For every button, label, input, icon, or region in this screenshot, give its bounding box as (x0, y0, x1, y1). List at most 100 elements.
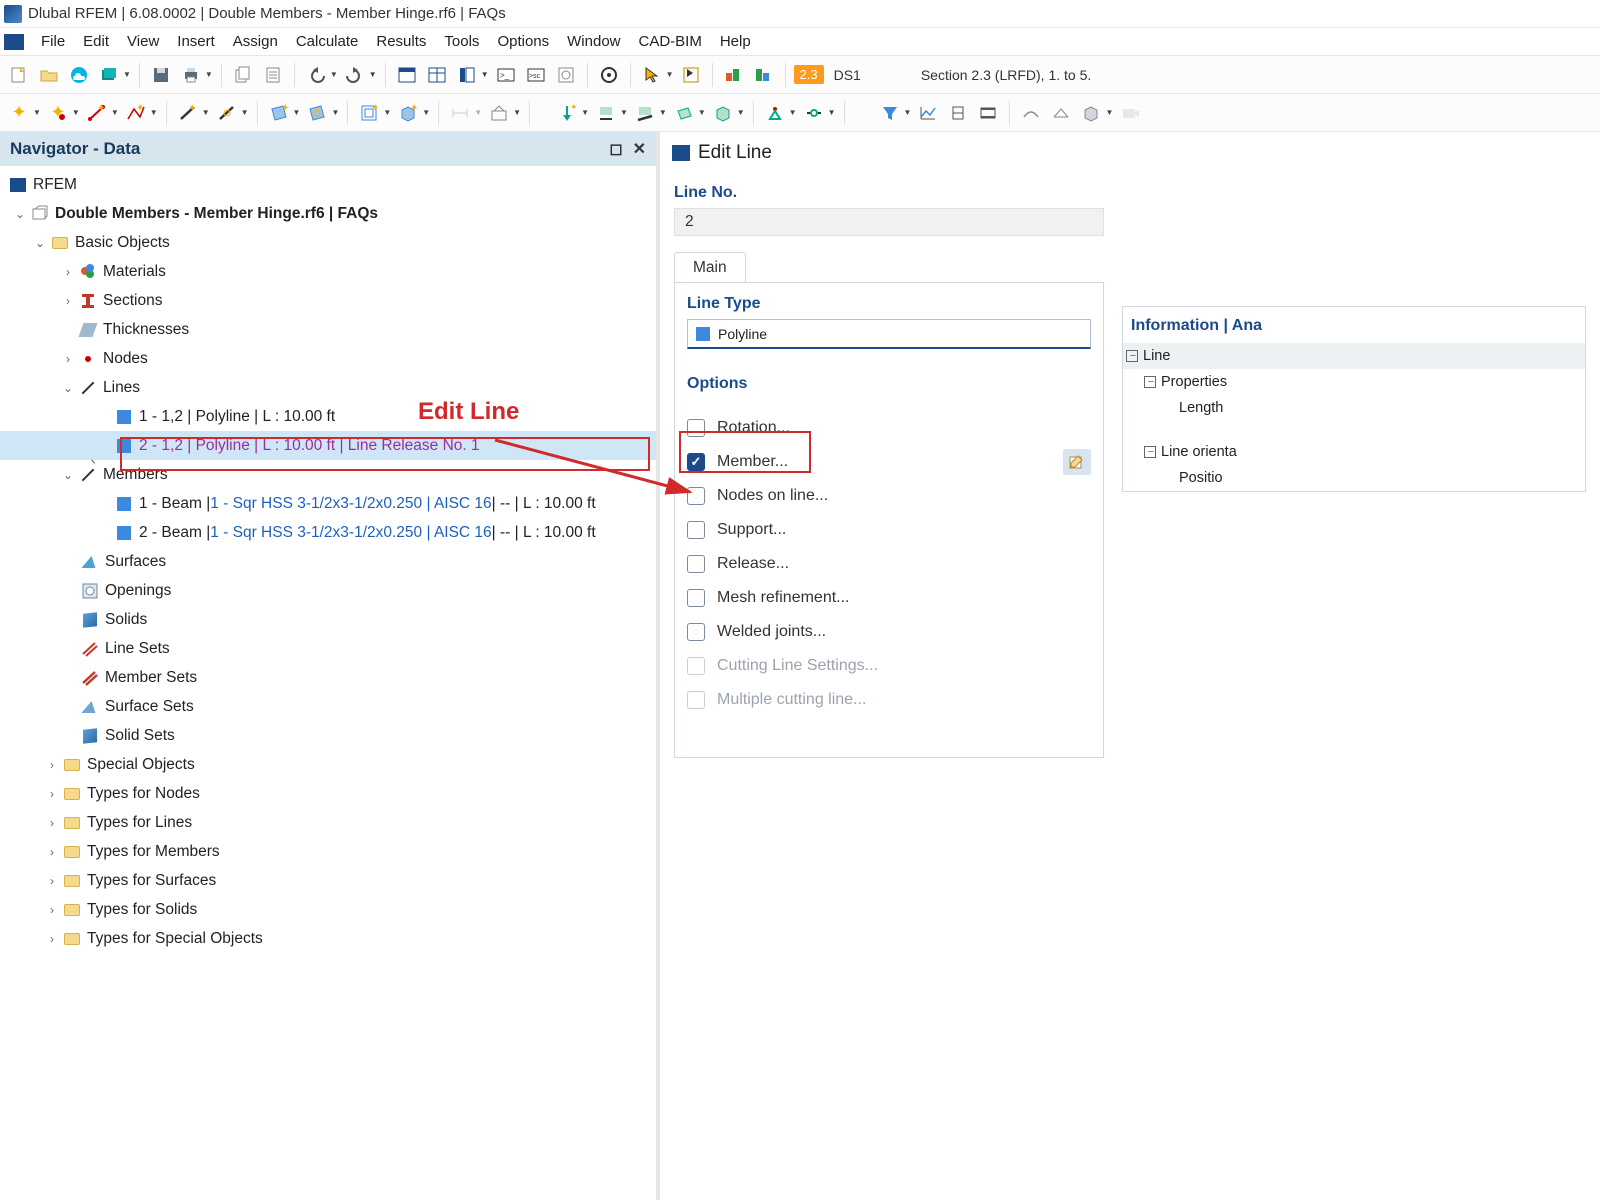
units-icon[interactable] (553, 62, 579, 88)
member-edit-button[interactable] (1063, 449, 1091, 475)
section-description[interactable]: Section 2.3 (LRFD), 1. to 5. (915, 67, 1097, 83)
tree-line-1[interactable]: 1 - 1,2 | Polyline | L : 10.00 ft (139, 408, 335, 426)
tree-types-lines[interactable]: Types for Lines (87, 814, 192, 832)
dropdown-icon[interactable]: ▼ (205, 70, 213, 79)
expand-icon[interactable]: › (44, 932, 60, 946)
expand-icon[interactable]: › (44, 787, 60, 801)
option-rotation[interactable]: Rotation... (687, 411, 1091, 445)
new-polyline-icon[interactable]: ✦ (123, 100, 149, 126)
checkbox-member[interactable] (687, 453, 705, 471)
support-icon[interactable] (596, 62, 622, 88)
menu-assign[interactable]: Assign (224, 33, 287, 50)
paste-icon[interactable] (260, 62, 286, 88)
undo-icon[interactable] (303, 62, 329, 88)
navigator-tree[interactable]: RFEM ⌄ Double Members - Member Hinge.rf6… (0, 166, 656, 1200)
load-node-icon[interactable]: ✦ (554, 100, 580, 126)
collapse-icon[interactable] (1144, 376, 1156, 388)
dock-icon[interactable]: ◻ (609, 139, 622, 159)
dropdown-icon[interactable]: ▼ (666, 70, 674, 79)
menu-view[interactable]: View (118, 33, 168, 50)
line-type-field[interactable]: Polyline (687, 319, 1091, 349)
tree-members[interactable]: Members (103, 466, 168, 484)
menu-insert[interactable]: Insert (168, 33, 224, 50)
tree-solid-sets[interactable]: Solid Sets (105, 727, 175, 745)
tree-basic-objects[interactable]: Basic Objects (75, 234, 170, 252)
checkbox-rotation[interactable] (687, 419, 705, 437)
tree-special-objects[interactable]: Special Objects (87, 756, 195, 774)
load-combination-badge[interactable]: 2.3 (794, 65, 824, 84)
move-icon[interactable] (678, 62, 704, 88)
table-icon[interactable] (394, 62, 420, 88)
design-situation-label[interactable]: DS1 (828, 67, 867, 83)
load-line-icon[interactable] (593, 100, 619, 126)
checkbox-support[interactable] (687, 521, 705, 539)
loadcase2-icon[interactable] (751, 62, 777, 88)
tree-line-2[interactable]: 2 - 1,2 | Polyline | L : 10.00 ft | Line… (139, 437, 480, 455)
info-row-length[interactable]: Length (1123, 395, 1585, 421)
checkbox-mesh[interactable] (687, 589, 705, 607)
info-row-orientation[interactable]: Line orienta (1123, 439, 1585, 465)
tree-types-solids[interactable]: Types for Solids (87, 901, 197, 919)
new-opening-icon[interactable]: ✦ (356, 100, 382, 126)
hinge-icon[interactable] (801, 100, 827, 126)
tree-surface-sets[interactable]: Surface Sets (105, 698, 194, 716)
graph-icon[interactable] (915, 100, 941, 126)
menu-options[interactable]: Options (488, 33, 558, 50)
expand-icon[interactable]: ⌄ (12, 207, 28, 221)
print-icon[interactable] (178, 62, 204, 88)
collapse-icon[interactable]: ⌄ (60, 468, 76, 482)
checkbox-welded[interactable] (687, 623, 705, 641)
tree-root[interactable]: RFEM (33, 176, 77, 194)
result-beam-icon[interactable] (1018, 100, 1044, 126)
tree-types-members[interactable]: Types for Members (87, 843, 220, 861)
open-icon[interactable] (36, 62, 62, 88)
checkbox-nodes-on-line[interactable] (687, 487, 705, 505)
load-member-icon[interactable] (632, 100, 658, 126)
expand-icon[interactable]: › (44, 874, 60, 888)
tree-member-1-link[interactable]: 1 - Sqr HSS 3-1/2x3-1/2x0.250 | AISC 16 (210, 495, 491, 513)
tree-openings[interactable]: Openings (105, 582, 171, 600)
filter-icon[interactable] (877, 100, 903, 126)
option-nodes-on-line[interactable]: Nodes on line... (687, 479, 1091, 513)
tree-member-1-post[interactable]: | -- | L : 10.00 ft (492, 495, 596, 513)
menu-tools[interactable]: Tools (435, 33, 488, 50)
loadcase1-icon[interactable] (721, 62, 747, 88)
new-member2-icon[interactable] (214, 100, 240, 126)
option-mesh[interactable]: Mesh refinement... (687, 581, 1091, 615)
tree-line-sets[interactable]: Line Sets (105, 640, 170, 658)
new-line-icon[interactable]: ✦ (84, 100, 110, 126)
tab-main[interactable]: Main (674, 252, 746, 283)
copy-icon[interactable] (230, 62, 256, 88)
menu-file[interactable]: File (32, 33, 74, 50)
redo-icon[interactable] (342, 62, 368, 88)
camera-icon[interactable] (1117, 100, 1143, 126)
new-surface2-icon[interactable] (304, 100, 330, 126)
new-surface-icon[interactable]: ✦ (266, 100, 292, 126)
nodal-support-icon[interactable] (762, 100, 788, 126)
project-navigator-icon[interactable] (454, 62, 480, 88)
option-release[interactable]: Release... (687, 547, 1091, 581)
checkbox-release[interactable] (687, 555, 705, 573)
info-row-line[interactable]: Line (1123, 343, 1585, 369)
new-member-icon[interactable]: ✦ (175, 100, 201, 126)
tree-model[interactable]: Double Members - Member Hinge.rf6 | FAQs (55, 205, 378, 223)
menu-results[interactable]: Results (367, 33, 435, 50)
tree-types-surfaces[interactable]: Types for Surfaces (87, 872, 216, 890)
close-icon[interactable]: ✕ (633, 139, 646, 159)
cloud-icon[interactable] (66, 62, 92, 88)
dropdown-icon[interactable]: ▼ (330, 70, 338, 79)
option-welded[interactable]: Welded joints... (687, 615, 1091, 649)
option-member[interactable]: Member... (687, 445, 1091, 479)
option-support[interactable]: Support... (687, 513, 1091, 547)
tree-types-special[interactable]: Types for Special Objects (87, 930, 263, 948)
console-icon[interactable]: >_ (493, 62, 519, 88)
collapse-icon[interactable] (1144, 446, 1156, 458)
tree-member-2-link[interactable]: 1 - Sqr HSS 3-1/2x3-1/2x0.250 | AISC 16 (210, 524, 491, 542)
line-no-field[interactable]: 2 (674, 208, 1104, 236)
expand-icon[interactable]: › (44, 816, 60, 830)
expand-icon[interactable]: › (60, 294, 76, 308)
tree-member-2-post[interactable]: | -- | L : 10.00 ft (492, 524, 596, 542)
info-row-position[interactable]: Positio (1123, 465, 1585, 491)
info-row-properties[interactable]: Properties (1123, 369, 1585, 395)
save-icon[interactable] (148, 62, 174, 88)
